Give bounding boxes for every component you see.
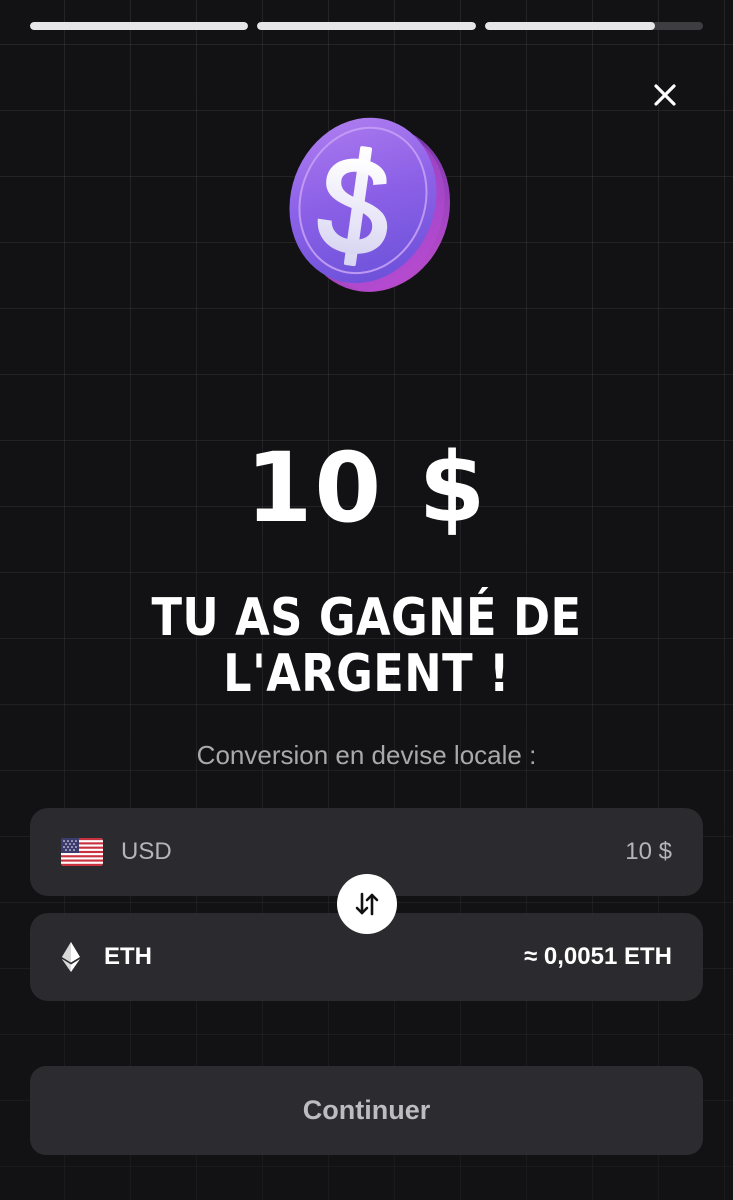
us-flag-icon — [61, 838, 103, 866]
usd-amount: 10 $ — [625, 838, 672, 865]
headline-line-1: TU AS GAGNÉ DE — [151, 588, 582, 648]
usd-currency-label: USD — [121, 838, 172, 865]
headline-line-2: L'ARGENT ! — [223, 644, 510, 704]
swap-currency-button[interactable] — [337, 874, 397, 934]
close-button[interactable] — [648, 78, 682, 112]
conversion-label: Conversion en devise locale : — [196, 740, 537, 770]
dollar-coin-icon — [289, 117, 451, 292]
reward-amount: 10 $ — [245, 432, 488, 544]
continue-button[interactable]: Continuer — [30, 1066, 703, 1155]
eth-amount: ≈ 0,0051 ETH — [524, 943, 672, 970]
progress-segment — [484, 22, 703, 30]
progress-segment-fill — [30, 22, 249, 30]
story-progress — [30, 22, 703, 30]
progress-segment-fill — [484, 22, 655, 30]
progress-segment-fill — [257, 22, 476, 30]
eth-currency-label: ETH — [104, 943, 152, 970]
reward-headline: TU AS GAGNÉ DE L'ARGENT ! — [103, 590, 630, 702]
ethereum-icon — [62, 942, 80, 972]
close-icon — [654, 84, 676, 106]
progress-segment — [30, 22, 249, 30]
swap-arrows-icon — [355, 892, 379, 916]
progress-segment — [257, 22, 476, 30]
